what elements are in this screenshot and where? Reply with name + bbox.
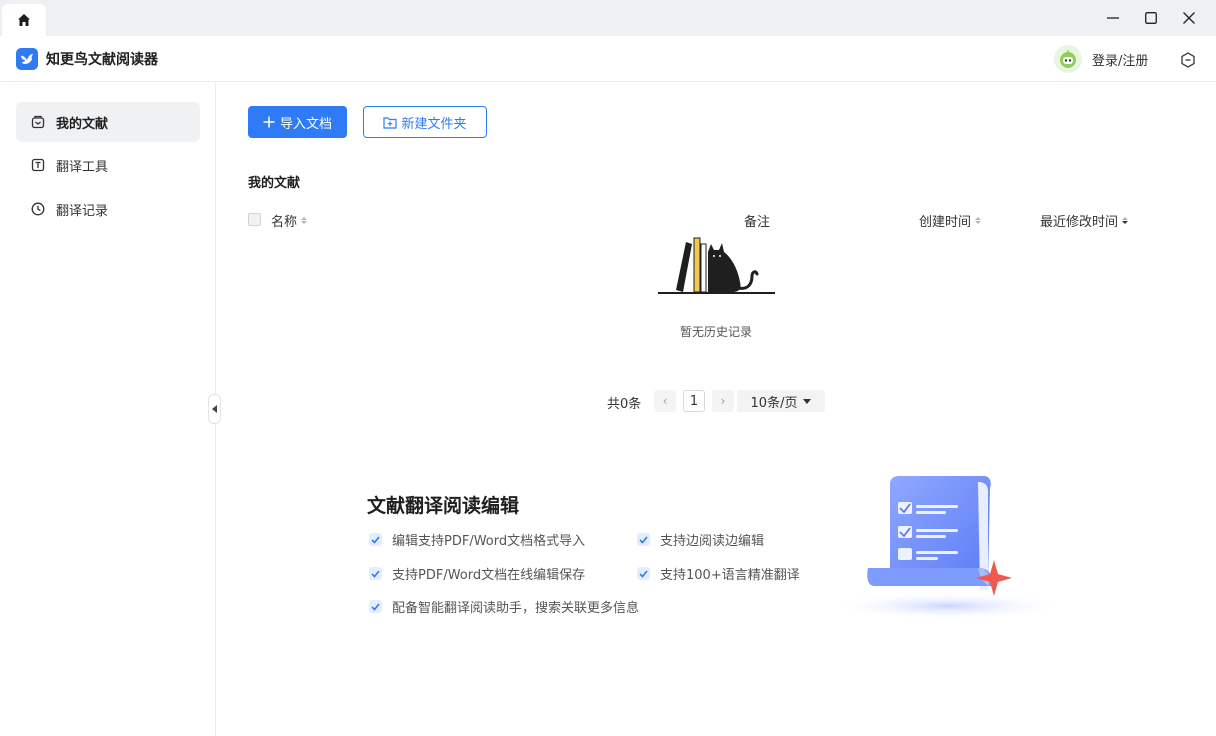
import-document-button[interactable]: 导入文档 xyxy=(248,106,347,138)
section-title: 我的文献 xyxy=(248,176,301,191)
maximize-button[interactable] xyxy=(1132,0,1170,36)
import-document-label: 导入文档 xyxy=(279,116,332,132)
plus-icon xyxy=(263,116,275,128)
minimize-icon xyxy=(1107,17,1119,19)
promo-title: 文献翻译阅读编辑 xyxy=(367,495,520,517)
page-size-value: 10条/页 xyxy=(750,395,798,411)
caret-down-icon xyxy=(803,398,812,404)
sort-icon xyxy=(975,217,982,224)
feature-item: 支持100+语言精准翻译 xyxy=(637,564,800,583)
minimize-button[interactable] xyxy=(1094,0,1132,36)
clock-icon xyxy=(30,201,46,217)
column-header-modified[interactable]: 最近修改时间 xyxy=(1040,211,1129,230)
sidebar-item-label: 翻译工具 xyxy=(56,159,109,175)
checkmark-icon xyxy=(637,567,650,580)
hexagon-settings-icon xyxy=(1181,52,1195,68)
feature-item: 配备智能翻译阅读助手，搜索关联更多信息 xyxy=(369,597,639,616)
column-created-label: 创建时间 xyxy=(919,215,972,230)
column-note-label: 备注 xyxy=(744,215,771,230)
checkmark-icon xyxy=(369,533,382,546)
column-header-name[interactable]: 名称 xyxy=(271,211,308,230)
home-icon xyxy=(18,14,30,26)
feature-text: 配备智能翻译阅读助手，搜索关联更多信息 xyxy=(392,601,640,616)
feature-text: 支持边阅读边编辑 xyxy=(660,534,765,549)
maximize-icon xyxy=(1145,12,1157,24)
sidebar-item-translate-history[interactable]: 翻译记录 xyxy=(16,189,200,229)
empty-state-cat-books-illustration xyxy=(658,237,775,294)
close-button[interactable] xyxy=(1170,0,1208,36)
translate-icon xyxy=(30,157,46,173)
feature-text: 编辑支持PDF/Word文档格式导入 xyxy=(392,534,586,549)
sidebar-item-label: 翻译记录 xyxy=(56,203,109,219)
checkmark-icon xyxy=(369,600,382,613)
sidebar-item-translate-tool[interactable]: 翻译工具 xyxy=(16,145,200,185)
avatar[interactable] xyxy=(1054,45,1082,73)
app-name: 知更鸟文献阅读器 xyxy=(46,52,158,68)
pager-page-1[interactable]: 1 xyxy=(683,390,705,412)
chevron-left-icon: ‹ xyxy=(662,394,668,408)
caret-left-icon xyxy=(211,405,217,413)
chevron-right-icon: › xyxy=(720,394,726,408)
feature-item: 支持边阅读边编辑 xyxy=(637,530,764,549)
column-header-created[interactable]: 创建时间 xyxy=(919,211,982,230)
robot-avatar-icon xyxy=(1060,50,1076,68)
library-icon xyxy=(30,114,46,130)
sidebar-item-label: 我的文献 xyxy=(56,116,109,132)
close-icon xyxy=(1183,12,1195,24)
sort-icon xyxy=(1122,217,1129,224)
settings-button[interactable] xyxy=(1178,50,1198,70)
sort-icon xyxy=(301,217,308,224)
bird-icon xyxy=(21,54,33,64)
checkmark-icon xyxy=(369,567,382,580)
feature-item: 编辑支持PDF/Word文档格式导入 xyxy=(369,530,585,549)
new-folder-button[interactable]: 新建文件夹 xyxy=(363,106,487,138)
login-register-link[interactable]: 登录/注册 xyxy=(1092,50,1148,69)
page-size-select[interactable]: 10条/页 xyxy=(737,390,825,412)
column-header-note: 备注 xyxy=(744,211,770,230)
pager-next-button[interactable]: › xyxy=(712,390,734,412)
sidebar: 我的文献 翻译工具 翻译记录 xyxy=(0,82,216,736)
new-folder-label: 新建文件夹 xyxy=(401,116,467,132)
checkmark-icon xyxy=(637,533,650,546)
empty-state-text: 暂无历史记录 xyxy=(679,325,752,339)
column-name-label: 名称 xyxy=(271,215,298,230)
feature-text: 支持100+语言精准翻译 xyxy=(660,568,800,583)
document-scroll-illustration xyxy=(830,476,1066,620)
app-logo xyxy=(16,48,38,70)
home-tab[interactable] xyxy=(2,4,46,36)
title-bar xyxy=(0,0,1216,36)
column-modified-label: 最近修改时间 xyxy=(1040,215,1119,230)
pager-prev-button[interactable]: ‹ xyxy=(654,390,676,412)
sidebar-item-my-library[interactable]: 我的文献 xyxy=(16,102,200,142)
feature-text: 支持PDF/Word文档在线编辑保存 xyxy=(392,568,586,583)
pager-total: 共0条 xyxy=(607,397,642,412)
select-all-checkbox[interactable] xyxy=(248,213,261,226)
sidebar-collapse-handle[interactable] xyxy=(208,394,221,424)
app-header: 知更鸟文献阅读器 登录/注册 xyxy=(0,36,1216,82)
folder-plus-icon xyxy=(383,116,398,129)
feature-item: 支持PDF/Word文档在线编辑保存 xyxy=(369,564,585,583)
